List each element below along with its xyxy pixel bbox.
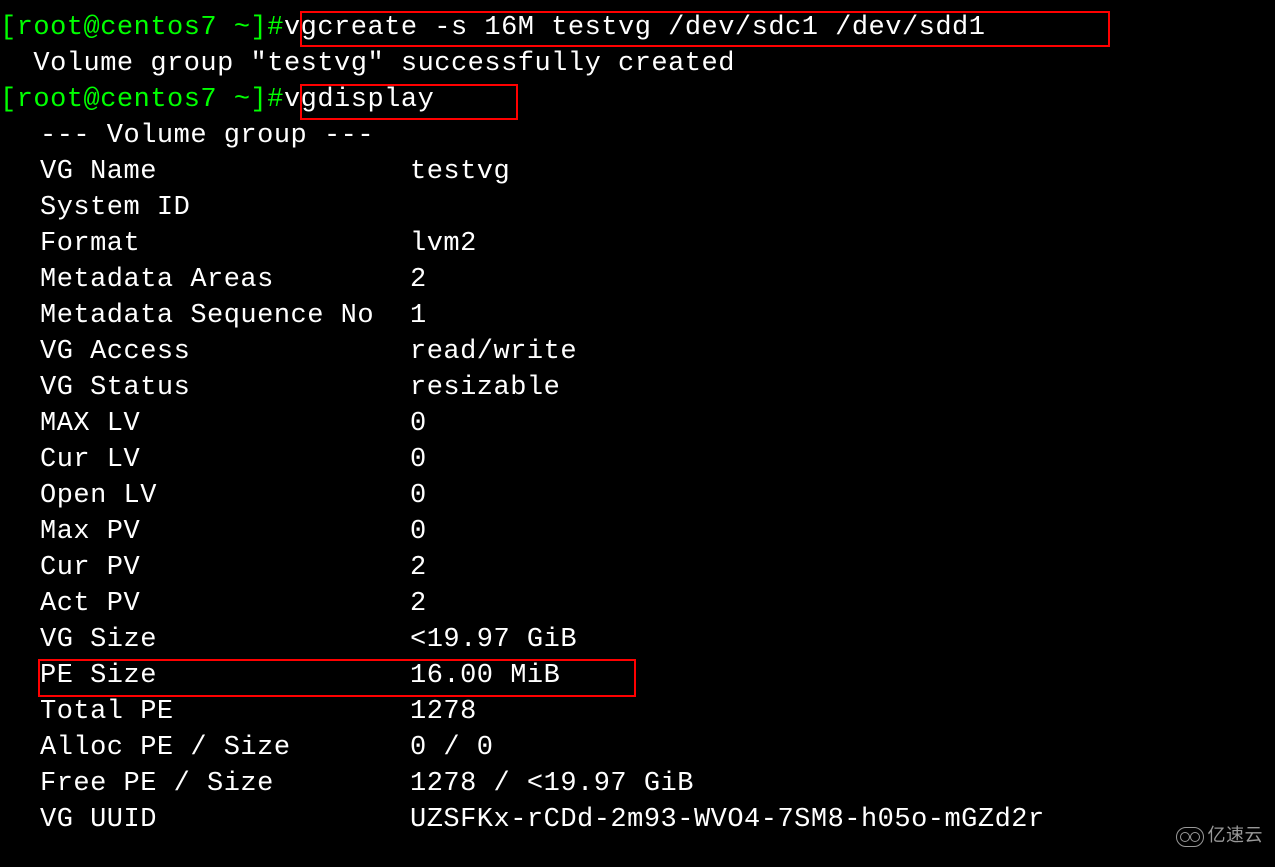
field-system-id: System ID bbox=[0, 190, 1275, 226]
field-value: 16.00 MiB bbox=[410, 658, 1275, 694]
field-metadata-seq: Metadata Sequence No 1 bbox=[0, 298, 1275, 334]
field-label: Act PV bbox=[40, 586, 410, 622]
field-value: 0 / 0 bbox=[410, 730, 1275, 766]
field-value: 2 bbox=[410, 262, 1275, 298]
field-value: 2 bbox=[410, 550, 1275, 586]
field-value: testvg bbox=[410, 154, 1275, 190]
field-value: <19.97 GiB bbox=[410, 622, 1275, 658]
field-open-lv: Open LV 0 bbox=[0, 478, 1275, 514]
field-label: Cur LV bbox=[40, 442, 410, 478]
field-label: PE Size bbox=[40, 658, 410, 694]
output-create-success: Volume group "testvg" successfully creat… bbox=[0, 46, 1275, 82]
field-metadata-areas: Metadata Areas 2 bbox=[0, 262, 1275, 298]
field-value: 0 bbox=[410, 478, 1275, 514]
field-total-pe: Total PE 1278 bbox=[0, 694, 1275, 730]
field-label: Max PV bbox=[40, 514, 410, 550]
terminal-output: [root@centos7 ~]#vgcreate -s 16M testvg … bbox=[0, 10, 1275, 838]
field-value: 0 bbox=[410, 514, 1275, 550]
output-header: --- Volume group --- bbox=[0, 118, 1275, 154]
field-label: VG Size bbox=[40, 622, 410, 658]
watermark: 亿速云 bbox=[1176, 819, 1264, 855]
field-label: Free PE / Size bbox=[40, 766, 410, 802]
field-vg-uuid: VG UUID UZSFKx-rCDd-2m93-WVO4-7SM8-h05o-… bbox=[0, 802, 1275, 838]
field-cur-lv: Cur LV 0 bbox=[0, 442, 1275, 478]
field-max-pv: Max PV 0 bbox=[0, 514, 1275, 550]
field-label: MAX LV bbox=[40, 406, 410, 442]
field-vg-size: VG Size <19.97 GiB bbox=[0, 622, 1275, 658]
field-max-lv: MAX LV 0 bbox=[0, 406, 1275, 442]
field-vg-access: VG Access read/write bbox=[0, 334, 1275, 370]
field-value: lvm2 bbox=[410, 226, 1275, 262]
field-free-pe: Free PE / Size 1278 / <19.97 GiB bbox=[0, 766, 1275, 802]
field-label: Format bbox=[40, 226, 410, 262]
field-label: Total PE bbox=[40, 694, 410, 730]
field-value: read/write bbox=[410, 334, 1275, 370]
field-act-pv: Act PV 2 bbox=[0, 586, 1275, 622]
watermark-icon bbox=[1176, 827, 1204, 847]
field-vg-name: VG Name testvg bbox=[0, 154, 1275, 190]
field-label: Metadata Sequence No bbox=[40, 298, 410, 334]
field-value: resizable bbox=[410, 370, 1275, 406]
prompt-line-1[interactable]: [root@centos7 ~]#vgcreate -s 16M testvg … bbox=[0, 10, 1275, 46]
watermark-text: 亿速云 bbox=[1208, 819, 1264, 855]
field-value: 0 bbox=[410, 442, 1275, 478]
field-value bbox=[410, 190, 1275, 226]
field-label: VG UUID bbox=[40, 802, 410, 838]
field-value: 1278 bbox=[410, 694, 1275, 730]
field-vg-status: VG Status resizable bbox=[0, 370, 1275, 406]
field-label: Alloc PE / Size bbox=[40, 730, 410, 766]
field-label: VG Name bbox=[40, 154, 410, 190]
field-label: VG Status bbox=[40, 370, 410, 406]
command-vgcreate: vgcreate -s 16M testvg /dev/sdc1 /dev/sd… bbox=[284, 10, 986, 46]
shell-prompt: [root@centos7 ~]# bbox=[0, 10, 284, 46]
field-pe-size: PE Size 16.00 MiB bbox=[0, 658, 1275, 694]
command-vgdisplay: vgdisplay bbox=[284, 82, 434, 118]
field-label: System ID bbox=[40, 190, 410, 226]
field-format: Format lvm2 bbox=[0, 226, 1275, 262]
field-cur-pv: Cur PV 2 bbox=[0, 550, 1275, 586]
field-label: Cur PV bbox=[40, 550, 410, 586]
field-alloc-pe: Alloc PE / Size 0 / 0 bbox=[0, 730, 1275, 766]
field-label: VG Access bbox=[40, 334, 410, 370]
field-value: 0 bbox=[410, 406, 1275, 442]
field-value: UZSFKx-rCDd-2m93-WVO4-7SM8-h05o-mGZd2r bbox=[410, 802, 1275, 838]
field-value: 1 bbox=[410, 298, 1275, 334]
field-value: 1278 / <19.97 GiB bbox=[410, 766, 1275, 802]
prompt-line-2[interactable]: [root@centos7 ~]#vgdisplay bbox=[0, 82, 1275, 118]
field-value: 2 bbox=[410, 586, 1275, 622]
shell-prompt: [root@centos7 ~]# bbox=[0, 82, 284, 118]
field-label: Metadata Areas bbox=[40, 262, 410, 298]
field-label: Open LV bbox=[40, 478, 410, 514]
